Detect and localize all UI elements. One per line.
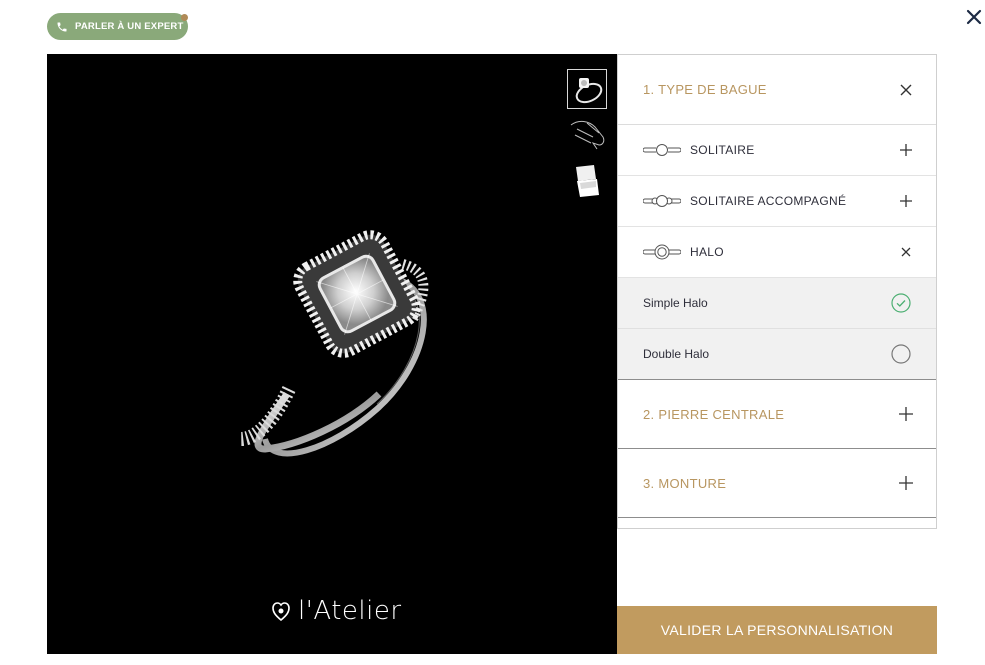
customization-panel: 1. TYPE DE BAGUE SOLITAIRE SOLITAIRE ACC…: [617, 54, 937, 529]
expand-plus-icon: [900, 195, 912, 207]
expert-label: PARLER À UN EXPERT: [75, 21, 184, 32]
section-monture-header[interactable]: 3. MONTURE: [618, 449, 936, 518]
expand-plus-icon: [900, 144, 912, 156]
ring-thumbnail-icon: [575, 78, 603, 104]
halo-option-double[interactable]: Double Halo: [618, 329, 936, 380]
heart-logo-icon: [272, 602, 290, 622]
close-modal-button[interactable]: [962, 5, 985, 29]
thumbnail-hand-view[interactable]: [567, 115, 607, 155]
hand-thumbnail-icon: [570, 120, 605, 150]
ring-type-solitaire-accompagne[interactable]: SOLITAIRE ACCOMPAGNÉ: [618, 176, 936, 227]
notification-dot: [181, 14, 188, 21]
section-monture-title: 3. MONTURE: [643, 475, 727, 491]
section-pierre-centrale-header[interactable]: 2. PIERRE CENTRALE: [618, 380, 936, 449]
simple-halo-label: Simple Halo: [643, 296, 708, 310]
halo-label: HALO: [690, 245, 724, 259]
thumbnail-ring-view[interactable]: [567, 69, 607, 109]
solitaire-accompagne-label: SOLITAIRE ACCOMPAGNÉ: [690, 194, 847, 208]
section-ring-type-header[interactable]: 1. TYPE DE BAGUE: [618, 55, 936, 125]
halo-icon: [643, 244, 681, 260]
customizer-modal: PARLER À UN EXPERT l'Atelier 1. TYPE DE …: [0, 0, 985, 665]
ring-box-thumbnail-icon: [576, 165, 599, 197]
ring-type-solitaire[interactable]: SOLITAIRE: [618, 125, 936, 176]
unchecked-radio-icon: [891, 344, 911, 364]
section-pierre-centrale-title: 2. PIERRE CENTRALE: [643, 406, 785, 422]
validate-label: VALIDER LA PERSONNALISATION: [660, 622, 894, 638]
halo-option-simple[interactable]: Simple Halo: [618, 278, 936, 329]
ring-image: [240, 230, 429, 457]
collapse-icon: [900, 84, 912, 95]
checked-radio-icon: [891, 293, 911, 313]
thumbnail-box-view[interactable]: [567, 161, 607, 201]
solitaire-icon: [643, 144, 681, 156]
ring-type-halo[interactable]: HALO: [618, 227, 936, 278]
phone-icon: [56, 21, 68, 33]
logo-text: l'Atelier: [298, 596, 402, 626]
expand-plus-icon: [899, 407, 913, 421]
solitaire-accompagne-icon: [643, 195, 681, 207]
brand-logo: l'Atelier: [272, 596, 402, 626]
double-halo-label: Double Halo: [643, 347, 710, 361]
validate-customization-button[interactable]: VALIDER LA PERSONNALISATION: [617, 606, 937, 654]
collapse-icon: [901, 247, 911, 257]
close-icon: [966, 9, 982, 25]
view-thumbnails: [567, 69, 609, 207]
product-viewer: l'Atelier: [47, 54, 617, 654]
expand-plus-icon: [899, 476, 913, 490]
solitaire-label: SOLITAIRE: [690, 143, 755, 157]
section-ring-type-title: 1. TYPE DE BAGUE: [643, 82, 767, 97]
talk-to-expert-button[interactable]: PARLER À UN EXPERT: [47, 13, 188, 40]
